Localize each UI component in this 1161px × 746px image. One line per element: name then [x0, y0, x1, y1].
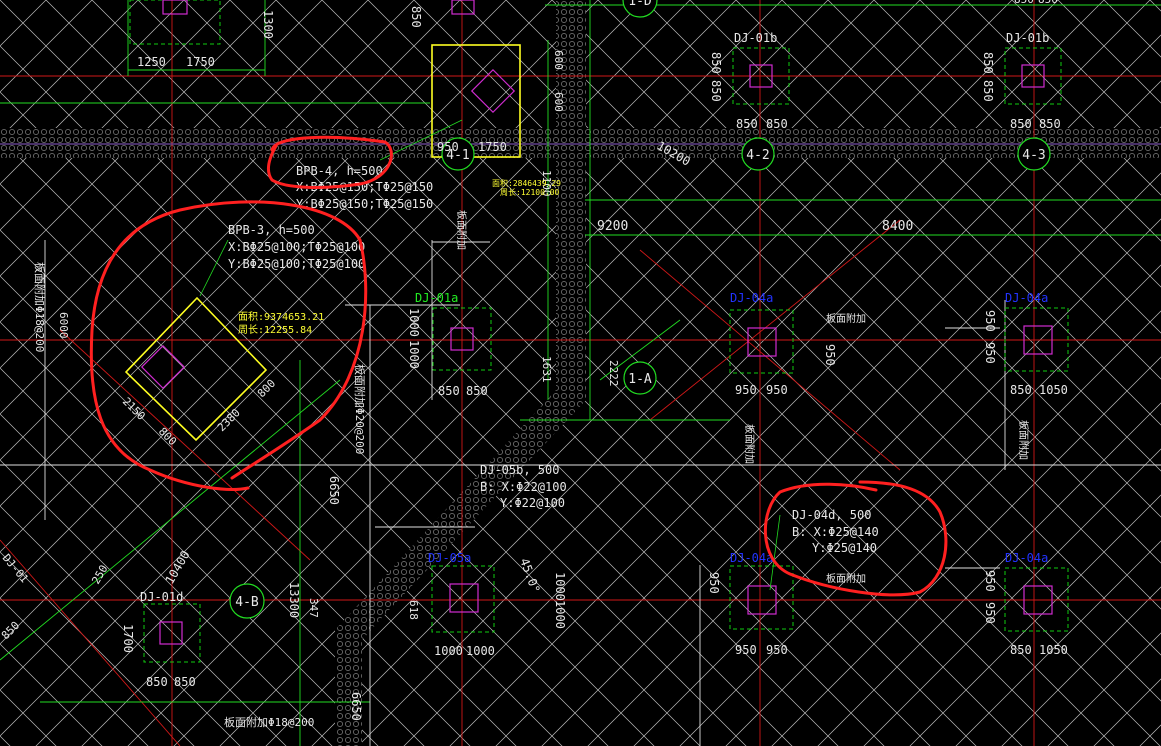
cad-drawing-canvas[interactable]: 4-2 4-3 4-1 1-A 4-B 1-D 1250 1750 1300 850 95…: [0, 0, 1161, 746]
dim-950-b: 950: [766, 383, 788, 397]
dim-850-h: 850: [981, 80, 995, 102]
tag-dj01b-b: DJ-01b: [1006, 31, 1049, 45]
dim-1050-b: 1050: [1039, 643, 1068, 657]
dim-950-ybox: 950: [437, 140, 459, 154]
dim-1000-f: 1000: [553, 600, 567, 629]
dim-850-n: 850: [174, 675, 196, 689]
span-6650b: 6650: [349, 692, 363, 721]
dim-950-h: 950: [707, 572, 721, 594]
dim-1000-c: 1000: [434, 644, 463, 658]
dim-1750: 1750: [186, 55, 215, 69]
dim-950-a: 950: [735, 383, 757, 397]
span-6650: 6650: [327, 476, 341, 505]
tag-dj04a-d: DJ-04a: [1005, 551, 1048, 565]
bpb4-title: BPB-4, h=500: [296, 164, 383, 178]
dim-850-d: 850: [709, 80, 723, 102]
dim-600b: 600: [552, 92, 565, 112]
dj04d-x: B: X:Φ25@140: [792, 525, 879, 539]
dim-600: 600: [552, 50, 565, 70]
tag-dj04a-a: DJ-04a: [730, 291, 773, 305]
rebar-left-vertical: 板面附加Φ18@200: [33, 262, 47, 352]
small-perimeter: 周长:12100.00: [500, 187, 560, 197]
note-short-e: 板面附加: [826, 572, 866, 585]
dj04d-title: DJ-04d, 500: [792, 508, 871, 522]
dim-950-j: 950: [983, 602, 997, 624]
dim-850-c: 850: [709, 52, 723, 74]
dim-2222: 2222: [607, 360, 620, 387]
dim-850-l: 850: [1010, 643, 1032, 657]
dim-1050-a: 1050: [1039, 383, 1068, 397]
dim-850-top: 850: [409, 6, 423, 28]
bpb3-y: Y:BΦ25@100;TΦ25@100: [228, 257, 365, 271]
dim-950-g: 950: [766, 643, 788, 657]
bpb3-x: X:BΦ25@100;TΦ25@100: [228, 240, 365, 254]
dim-1700: 1700: [121, 624, 135, 653]
dj04d-y: Y:Φ25@140: [812, 541, 877, 555]
cad-drawing[interactable]: 4-2 4-34-11-A4-B1-D 1250 1750 1300 850 95…: [0, 0, 1161, 746]
bubble-4-2-label: 4-2: [746, 148, 769, 163]
perimeter-readout: 周长:12255.84: [238, 324, 312, 336]
dim-850-e: 850: [1010, 117, 1032, 131]
dim-950-e: 950: [983, 342, 997, 364]
area-readout: 面积:9374653.21: [238, 311, 324, 323]
dim-950-i: 950: [983, 570, 997, 592]
dim-850-f: 850: [1039, 117, 1061, 131]
dim-1000-d: 1000: [466, 644, 495, 658]
note-short-b: 板面附加: [826, 312, 866, 325]
note-short-c: 板面附加: [743, 424, 756, 464]
bubble-4-B-label: 4-B: [235, 595, 259, 610]
dj05b-x: B: X:Φ22@100: [480, 480, 567, 494]
bpb3-title: BPB-3, h=500: [228, 223, 315, 237]
small-area: 面积:2846439.29: [492, 178, 561, 188]
dim-850-a: 850: [736, 117, 758, 131]
dj05b-y: Y:Φ22@100: [500, 496, 565, 510]
tag-dj01a: DJ-01a: [415, 291, 458, 305]
dim-850-j: 850: [466, 384, 488, 398]
tag-dj01b-a: DJ-01b: [734, 31, 777, 45]
dim-1750-ybox: 1750: [478, 140, 507, 154]
dim-1000-a: 1000: [407, 308, 421, 337]
dim-1000-e: 1000: [553, 572, 567, 601]
rebar-mid-vertical: 板面附加Φ20@200: [353, 364, 367, 454]
dim-347: 347: [307, 598, 320, 618]
tag-dj05a: DJ-05a: [428, 551, 471, 565]
bubble-1-A-label: 1-A: [628, 372, 652, 387]
span-8400: 8400: [882, 219, 913, 234]
dim-850-i: 850: [438, 384, 460, 398]
dim-1000-b: 1000: [407, 340, 421, 369]
dim-950-d: 950: [983, 310, 997, 332]
tag-dj04a-c: DJ-04a: [730, 551, 773, 565]
dim-1631: 1631: [540, 356, 553, 383]
span-6000: 6000: [57, 312, 70, 339]
dim-850-k: 850: [1010, 383, 1032, 397]
dim-950-c: 950: [823, 344, 837, 366]
dim-top-right-a: 850: [1014, 0, 1034, 6]
dim-1250: 1250: [137, 55, 166, 69]
bubble-4-3-label: 4-3: [1022, 148, 1045, 163]
dim-top-right-b: 850: [1038, 0, 1058, 6]
note-short-a: 板面附加: [455, 210, 468, 250]
span-9200: 9200: [597, 219, 628, 234]
dim-618: 618: [407, 600, 420, 620]
bpb4-y: Y:BΦ25@150;TΦ25@150: [296, 197, 433, 211]
dim-850-b: 850: [766, 117, 788, 131]
rebar-bottom: 板面附加Φ18@200: [224, 715, 314, 729]
dim-1300-top: 1300: [261, 10, 275, 39]
span-13300: 13300: [287, 582, 301, 618]
dj05b-title: DJ-05b, 500: [480, 463, 559, 477]
note-short-d: 板面附加: [1017, 420, 1030, 460]
tag-dj04a-b: DJ-04a: [1005, 291, 1048, 305]
tag-dj01d: DJ-01d: [140, 590, 183, 604]
dim-950-f: 950: [735, 643, 757, 657]
dim-850-g: 850: [981, 52, 995, 74]
bubble-1-D-label: 1-D: [628, 0, 652, 9]
dim-850-m: 850: [146, 675, 168, 689]
